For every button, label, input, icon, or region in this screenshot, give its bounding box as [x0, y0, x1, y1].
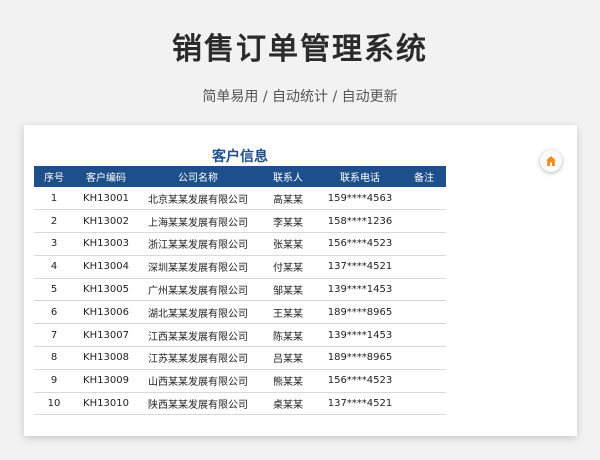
- table-cell[interactable]: 2: [34, 209, 74, 234]
- table-cell[interactable]: 4: [34, 255, 74, 279]
- table-cell[interactable]: 158****1236: [318, 209, 402, 234]
- column-header[interactable]: 公司名称: [138, 166, 258, 187]
- table-cell[interactable]: 山西某某发展有限公司: [138, 369, 258, 393]
- table-cell[interactable]: 浙江某某发展有限公司: [138, 232, 258, 256]
- table-cell[interactable]: [402, 323, 446, 348]
- table-cell[interactable]: KH13001: [74, 187, 138, 211]
- table-cell[interactable]: [402, 232, 446, 256]
- table-cell[interactable]: 156****4523: [318, 369, 402, 393]
- table-cell[interactable]: 上海某某发展有限公司: [138, 209, 258, 234]
- table-cell[interactable]: 吕某某: [258, 346, 318, 370]
- column-header[interactable]: 客户编码: [74, 166, 138, 187]
- table-cell[interactable]: [402, 278, 446, 302]
- table-row: 5 KH13005 广州某某发展有限公司 邹某某 139****1453: [34, 278, 446, 302]
- table-cell[interactable]: 8: [34, 346, 74, 370]
- table-row: 2 KH13002 上海某某发展有限公司 李某某 158****1236: [34, 209, 446, 234]
- page-title: 销售订单管理系统: [172, 32, 428, 67]
- table-cell[interactable]: 137****4521: [318, 255, 402, 279]
- table-cell[interactable]: [402, 300, 446, 325]
- column-header[interactable]: 序号: [34, 166, 74, 187]
- table-row: 1 KH13001 北京某某发展有限公司 高某某 159****4563: [34, 187, 446, 211]
- column-header[interactable]: 联系人: [258, 166, 318, 187]
- table-cell[interactable]: 1: [34, 187, 74, 211]
- table-row: 3 KH13003 浙江某某发展有限公司 张某某 156****4523: [34, 232, 446, 256]
- table-cell[interactable]: 张某某: [258, 232, 318, 256]
- table-row: 7 KH13007 江西某某发展有限公司 陈某某 139****1453: [34, 323, 446, 348]
- table-header-row: 序号 客户编码 公司名称 联系人 联系电话 备注: [34, 166, 446, 187]
- table-cell[interactable]: 139****1453: [318, 278, 402, 302]
- table-row: 10 KH13010 陕西某某发展有限公司 桌某某 137****4521: [34, 392, 446, 416]
- table-row: 9 KH13009 山西某某发展有限公司 熊某某 156****4523: [34, 369, 446, 393]
- table-cell[interactable]: 李某某: [258, 209, 318, 234]
- table-cell[interactable]: 5: [34, 278, 74, 302]
- table-cell[interactable]: 高某某: [258, 187, 318, 211]
- table-row: 8 KH13008 江苏某某发展有限公司 吕某某 189****8965: [34, 346, 446, 370]
- table-cell[interactable]: KH13002: [74, 209, 138, 234]
- table-cell[interactable]: [402, 392, 446, 416]
- table-title: 客户信息: [212, 149, 268, 165]
- table-cell[interactable]: 156****4523: [318, 232, 402, 256]
- table-cell[interactable]: KH13007: [74, 323, 138, 348]
- table-cell[interactable]: 桌某某: [258, 392, 318, 416]
- column-header[interactable]: 联系电话: [318, 166, 402, 187]
- table-cell[interactable]: 付某某: [258, 255, 318, 279]
- table-cell[interactable]: 湖北某某发展有限公司: [138, 300, 258, 325]
- table-row: 4 KH13004 深圳某某发展有限公司 付某某 137****4521: [34, 255, 446, 279]
- table-cell[interactable]: 3: [34, 232, 74, 256]
- table-cell[interactable]: 139****1453: [318, 323, 402, 348]
- column-header[interactable]: 备注: [402, 166, 446, 187]
- table-cell[interactable]: KH13009: [74, 369, 138, 393]
- table-cell[interactable]: [402, 369, 446, 393]
- table-cell[interactable]: [402, 255, 446, 279]
- table-cell[interactable]: 9: [34, 369, 74, 393]
- table-cell[interactable]: 北京某某发展有限公司: [138, 187, 258, 211]
- table-cell[interactable]: 10: [34, 392, 74, 416]
- table-cell[interactable]: 7: [34, 323, 74, 348]
- table-cell[interactable]: 陈某某: [258, 323, 318, 348]
- spreadsheet-sheet: 客户信息 序号 客户编码 公司名称 联系人 联系电话 备注 1 KH13001 北京…: [24, 125, 577, 436]
- table-cell[interactable]: KH13003: [74, 232, 138, 256]
- table-cell[interactable]: 邹某某: [258, 278, 318, 302]
- table-cell[interactable]: 189****8965: [318, 300, 402, 325]
- page-subtitle: 简单易用 / 自动统计 / 自动更新: [202, 89, 398, 105]
- table-cell[interactable]: [402, 209, 446, 234]
- table-cell[interactable]: 陕西某某发展有限公司: [138, 392, 258, 416]
- table-cell[interactable]: 6: [34, 300, 74, 325]
- table-cell[interactable]: [402, 346, 446, 370]
- table-cell[interactable]: 江苏某某发展有限公司: [138, 346, 258, 370]
- table-cell[interactable]: [402, 187, 446, 211]
- table-cell[interactable]: 深圳某某发展有限公司: [138, 255, 258, 279]
- table-cell[interactable]: 159****4563: [318, 187, 402, 211]
- customer-table: 序号 客户编码 公司名称 联系人 联系电话 备注 1 KH13001 北京某某发展有…: [34, 166, 446, 416]
- table-cell[interactable]: 江西某某发展有限公司: [138, 323, 258, 348]
- table-cell[interactable]: 137****4521: [318, 392, 402, 416]
- home-button[interactable]: [540, 150, 562, 172]
- table-cell[interactable]: 熊某某: [258, 369, 318, 393]
- table-row: 6 KH13006 湖北某某发展有限公司 王某某 189****8965: [34, 300, 446, 325]
- table-cell[interactable]: KH13005: [74, 278, 138, 302]
- table-cell[interactable]: 广州某某发展有限公司: [138, 278, 258, 302]
- home-icon: [545, 152, 557, 171]
- table-cell[interactable]: 189****8965: [318, 346, 402, 370]
- table-cell[interactable]: KH13008: [74, 346, 138, 370]
- table-cell[interactable]: 王某某: [258, 300, 318, 325]
- table-cell[interactable]: KH13006: [74, 300, 138, 325]
- table-cell[interactable]: KH13004: [74, 255, 138, 279]
- table-cell[interactable]: KH13010: [74, 392, 138, 416]
